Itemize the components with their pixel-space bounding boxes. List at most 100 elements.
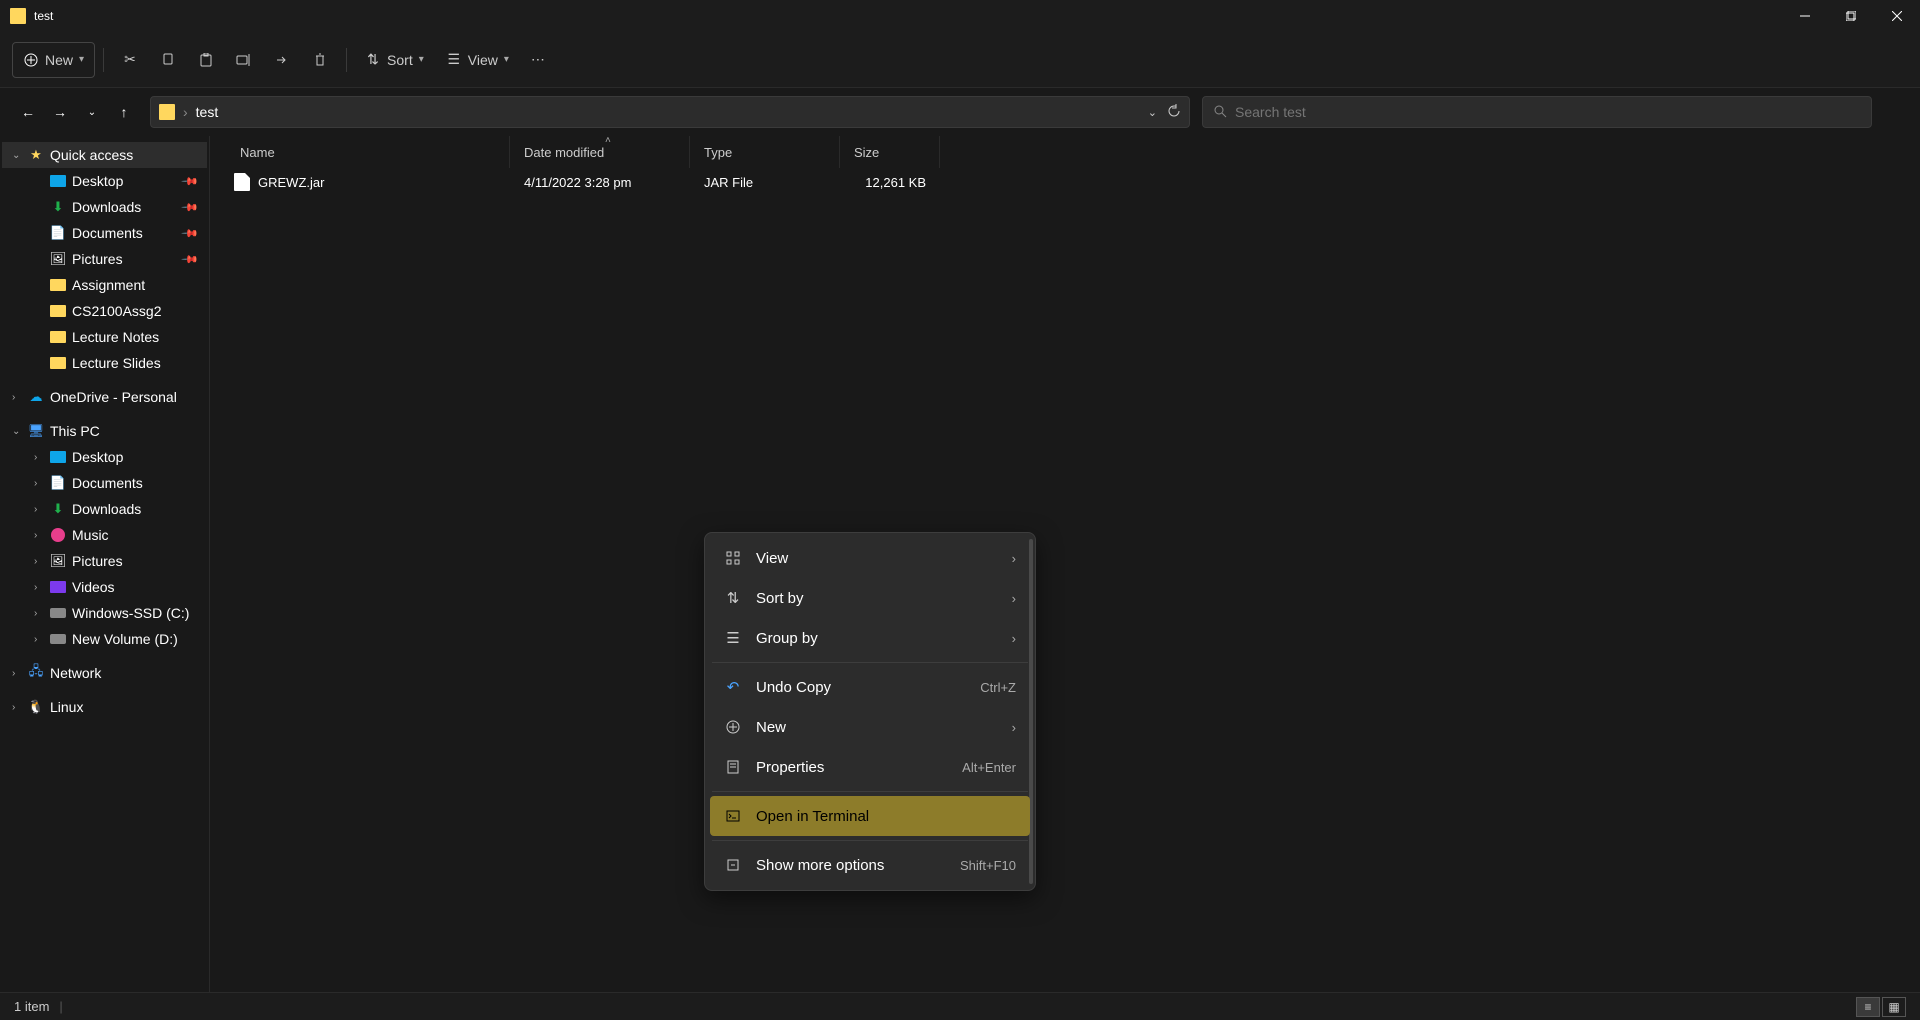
sidebar-pc-drive-c[interactable]: ›Windows-SSD (C:) — [2, 600, 207, 626]
linux-icon: 🐧 — [28, 699, 44, 715]
sidebar-pc-documents[interactable]: ›📄Documents — [2, 470, 207, 496]
cut-button[interactable]: ✂ — [112, 42, 148, 78]
sidebar-this-pc[interactable]: ⌄🖥This PC — [2, 418, 207, 444]
file-row[interactable]: GREWZ.jar 4/11/2022 3:28 pm JAR File 12,… — [210, 168, 1920, 196]
sidebar-item-downloads[interactable]: ⬇Downloads📌 — [2, 194, 207, 220]
chevron-down-icon: ▾ — [419, 54, 424, 65]
window-title: test — [34, 9, 53, 23]
star-icon: ★ — [28, 147, 44, 163]
ctx-label: Properties — [756, 759, 824, 776]
ctx-show-more[interactable]: Show more options Shift+F10 — [710, 845, 1030, 885]
more-button[interactable]: ⋯ — [521, 42, 555, 78]
minimize-button[interactable] — [1782, 0, 1828, 32]
breadcrumb-current[interactable]: test — [196, 104, 219, 120]
properties-icon — [724, 758, 742, 776]
ctx-view[interactable]: View › — [710, 538, 1030, 578]
rename-icon — [236, 52, 252, 68]
address-row: ← → ⌄ ↑ › test ⌄ — [0, 88, 1920, 136]
sidebar-pc-downloads[interactable]: ›⬇Downloads — [2, 496, 207, 522]
ctx-properties[interactable]: Properties Alt+Enter — [710, 747, 1030, 787]
file-list-area[interactable]: ˄ Name Date modified Type Size GREWZ.jar… — [210, 136, 1920, 992]
file-size: 12,261 KB — [865, 175, 926, 190]
file-type: JAR File — [704, 175, 753, 190]
address-bar[interactable]: › test ⌄ — [150, 96, 1190, 128]
chevron-right-icon: › — [1012, 720, 1016, 735]
ctx-sort-by[interactable]: ⇅ Sort by › — [710, 578, 1030, 618]
refresh-icon[interactable] — [1167, 104, 1181, 121]
file-name: GREWZ.jar — [258, 175, 324, 190]
plus-icon — [23, 52, 39, 68]
sidebar-item-lecture-notes[interactable]: Lecture Notes — [2, 324, 207, 350]
rename-button[interactable] — [226, 42, 262, 78]
sidebar-linux[interactable]: ›🐧Linux — [2, 694, 207, 720]
trash-icon — [312, 52, 328, 68]
ctx-group-by[interactable]: ☰ Group by › — [710, 618, 1030, 658]
drive-icon — [50, 634, 66, 644]
forward-button[interactable]: → — [46, 98, 74, 126]
sidebar-label: Lecture Slides — [72, 355, 161, 371]
back-button[interactable]: ← — [14, 98, 42, 126]
sidebar-network[interactable]: ›🖧Network — [2, 660, 207, 686]
sort-button[interactable]: ⇅ Sort ▾ — [355, 42, 434, 78]
copy-icon — [160, 52, 176, 68]
ctx-label: New — [756, 719, 786, 736]
sidebar-item-desktop[interactable]: Desktop📌 — [2, 168, 207, 194]
search-input[interactable] — [1235, 104, 1861, 120]
context-menu: View › ⇅ Sort by › ☰ Group by › ↶ Undo C… — [704, 532, 1036, 891]
separator — [712, 791, 1028, 792]
chevron-right-icon: › — [1012, 631, 1016, 646]
close-button[interactable] — [1874, 0, 1920, 32]
scissors-icon: ✂ — [122, 52, 138, 68]
sidebar-item-documents[interactable]: 📄Documents📌 — [2, 220, 207, 246]
list-icon: ☰ — [724, 629, 742, 647]
view-icon: ☰ — [446, 52, 462, 68]
sidebar-item-pictures[interactable]: 🖼Pictures📌 — [2, 246, 207, 272]
column-header-name[interactable]: Name — [210, 136, 510, 168]
ctx-shortcut: Ctrl+Z — [980, 680, 1016, 695]
monitor-icon: 🖥 — [28, 423, 44, 439]
column-header-type[interactable]: Type — [690, 136, 840, 168]
sidebar-item-assignment[interactable]: Assignment — [2, 272, 207, 298]
sidebar-pc-music[interactable]: ›Music — [2, 522, 207, 548]
ctx-label: Sort by — [756, 590, 804, 607]
ctx-label: Group by — [756, 630, 818, 647]
column-header-date[interactable]: Date modified — [510, 136, 690, 168]
details-view-toggle[interactable]: ≡ — [1856, 997, 1880, 1017]
sort-indicator-icon: ˄ — [605, 135, 611, 146]
chevron-down-icon[interactable]: ⌄ — [1148, 106, 1157, 119]
document-icon: 📄 — [50, 475, 66, 491]
sidebar-pc-drive-d[interactable]: ›New Volume (D:) — [2, 626, 207, 652]
sidebar-label: Documents — [72, 475, 143, 491]
sidebar-item-lecture-slides[interactable]: Lecture Slides — [2, 350, 207, 376]
column-headers: ˄ Name Date modified Type Size — [210, 136, 1920, 168]
recent-button[interactable]: ⌄ — [78, 98, 106, 126]
share-button[interactable] — [264, 42, 300, 78]
new-button[interactable]: New ▾ — [12, 42, 95, 78]
ctx-new[interactable]: New › — [710, 707, 1030, 747]
file-icon — [234, 173, 250, 191]
sidebar-item-cs2100[interactable]: CS2100Assg2 — [2, 298, 207, 324]
sidebar-pc-desktop[interactable]: ›Desktop — [2, 444, 207, 470]
copy-button[interactable] — [150, 42, 186, 78]
icons-view-toggle[interactable]: ▦ — [1882, 997, 1906, 1017]
ctx-label: Open in Terminal — [756, 808, 869, 825]
paste-button[interactable] — [188, 42, 224, 78]
column-header-size[interactable]: Size — [840, 136, 940, 168]
sort-label: Sort — [387, 52, 413, 68]
up-button[interactable]: ↑ — [110, 98, 138, 126]
sidebar-pc-videos[interactable]: ›Videos — [2, 574, 207, 600]
sidebar-label: Music — [72, 527, 109, 543]
ctx-shortcut: Shift+F10 — [960, 858, 1016, 873]
item-count: 1 item — [14, 999, 49, 1014]
ctx-open-terminal[interactable]: Open in Terminal — [710, 796, 1030, 836]
sidebar-pc-pictures[interactable]: ›🖼Pictures — [2, 548, 207, 574]
ctx-undo-copy[interactable]: ↶ Undo Copy Ctrl+Z — [710, 667, 1030, 707]
delete-button[interactable] — [302, 42, 338, 78]
sidebar-quick-access[interactable]: ⌄ ★ Quick access — [2, 142, 207, 168]
pictures-icon: 🖼 — [50, 553, 66, 569]
sidebar-onedrive[interactable]: ›☁OneDrive - Personal — [2, 384, 207, 410]
maximize-button[interactable] — [1828, 0, 1874, 32]
chevron-down-icon: ▾ — [79, 54, 84, 65]
view-button[interactable]: ☰ View ▾ — [436, 42, 519, 78]
search-bar[interactable] — [1202, 96, 1872, 128]
